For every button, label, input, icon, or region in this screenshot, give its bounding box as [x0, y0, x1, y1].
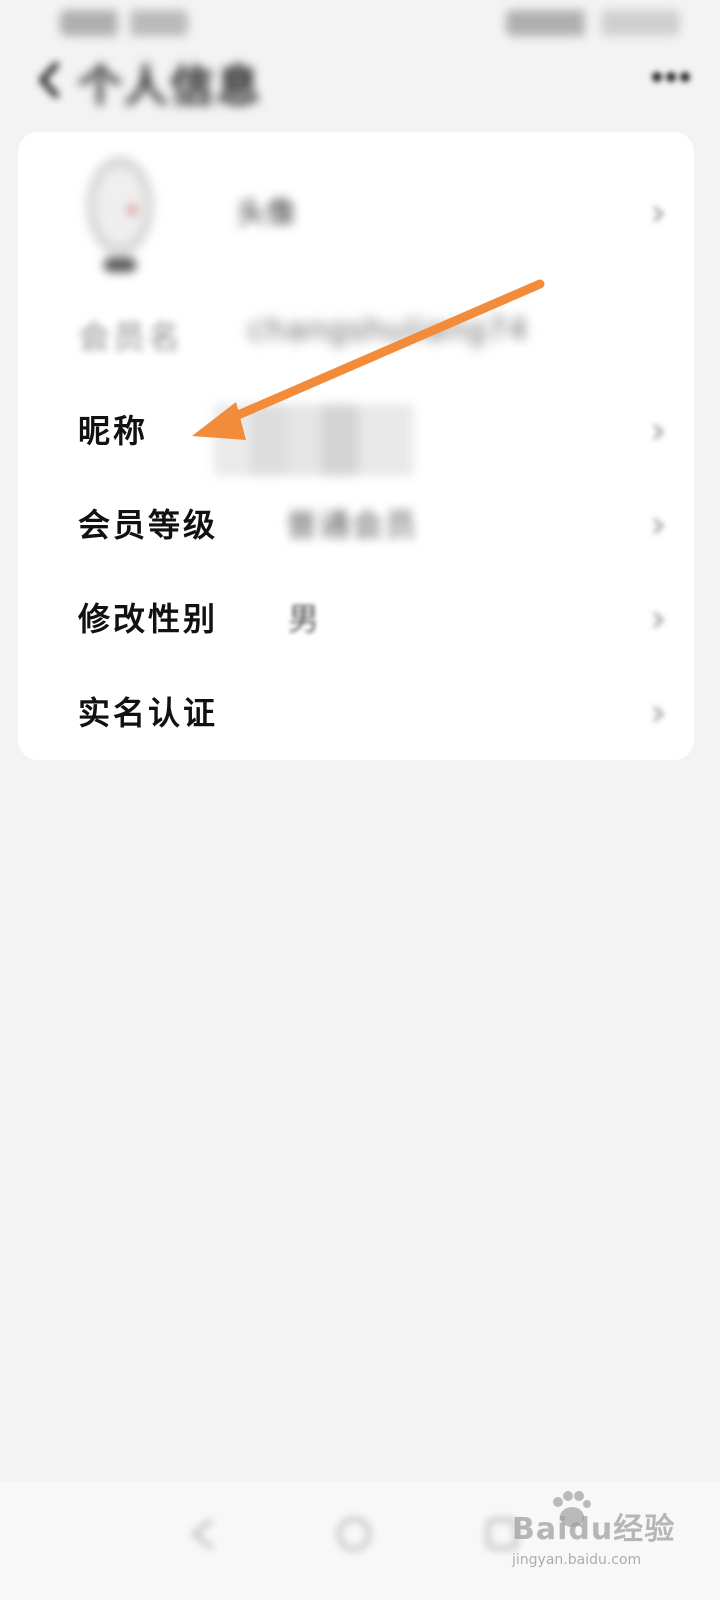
chevron-right-icon [653, 705, 665, 723]
member-name-label: 会员名 [78, 318, 184, 356]
nickname-mosaic [214, 404, 414, 476]
chevron-right-icon [653, 611, 665, 629]
gender-label: 修改性别 [78, 600, 219, 638]
system-nav-bar: Baidu经验 jingyan.baidu.com [0, 1482, 720, 1600]
gender-value: 男 [288, 602, 321, 638]
chevron-right-icon [653, 205, 665, 223]
member-level-row[interactable]: 会员等级 普通会员 [18, 480, 694, 572]
watermark-brand: Baidu经验 [512, 1512, 676, 1547]
status-indicators-left [60, 10, 188, 36]
real-name-verification-label: 实名认证 [78, 694, 219, 732]
avatar-label: 头像 [236, 196, 296, 231]
avatar-row[interactable]: 头像 [18, 132, 694, 298]
back-arrow-icon[interactable] [34, 62, 64, 98]
more-icon[interactable] [650, 70, 692, 84]
chevron-right-icon [653, 517, 665, 535]
back-icon[interactable] [182, 1512, 226, 1556]
real-name-verification-row[interactable]: 实名认证 [18, 668, 694, 760]
avatar[interactable] [80, 152, 160, 276]
chevron-right-icon [653, 423, 665, 441]
status-bar [0, 0, 720, 48]
member-name-value: changshuliang74 [248, 312, 529, 348]
status-indicators-right [506, 10, 680, 36]
baidu-jingyan-watermark: Baidu经验 jingyan.baidu.com [508, 1491, 678, 1578]
gender-row[interactable]: 修改性别 男 [18, 574, 694, 666]
page-title: 个人信息 [78, 61, 262, 112]
home-icon[interactable] [332, 1512, 376, 1556]
member-level-value: 普通会员 [286, 508, 418, 544]
member-level-label: 会员等级 [78, 506, 219, 544]
nickname-label: 昵称 [78, 412, 149, 450]
watermark-url: jingyan.baidu.com [512, 1552, 642, 1568]
nav-bar: 个人信息 [0, 44, 720, 114]
member-name-row: 会员名 changshuliang74 [18, 292, 694, 384]
